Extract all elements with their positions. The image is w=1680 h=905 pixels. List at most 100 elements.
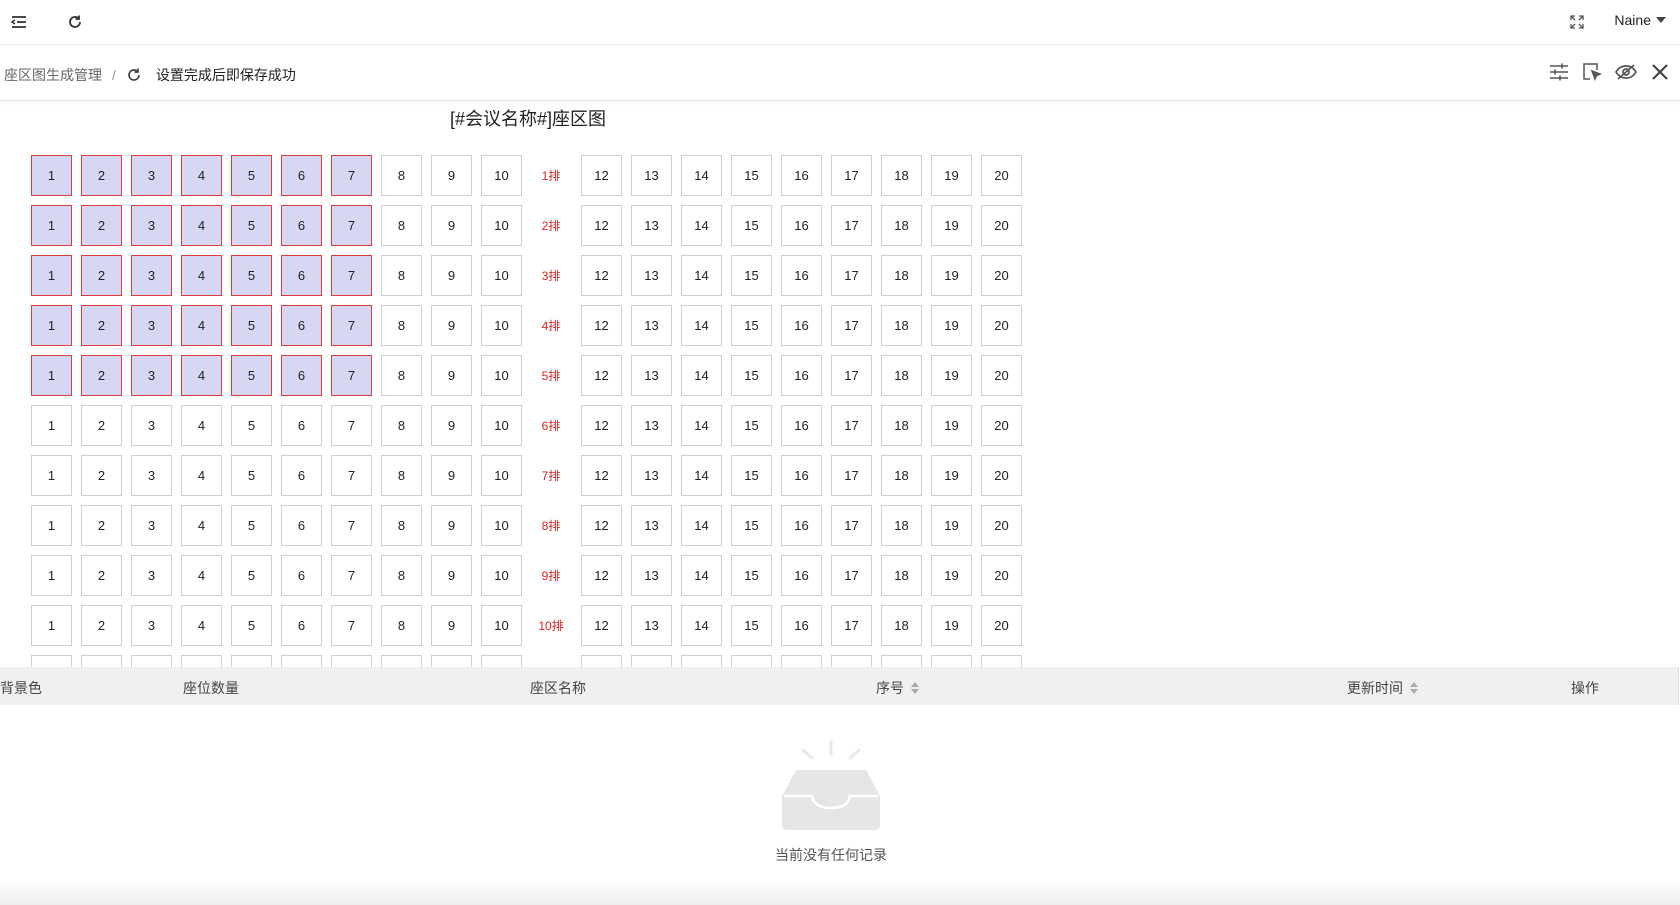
seat[interactable]: 7 <box>331 555 372 596</box>
seat[interactable]: 16 <box>781 505 822 546</box>
seat[interactable]: 17 <box>831 655 872 667</box>
seat[interactable]: 4 <box>181 255 222 296</box>
seat[interactable]: 18 <box>881 605 922 646</box>
seat[interactable]: 10 <box>481 205 522 246</box>
seat[interactable]: 17 <box>831 555 872 596</box>
seat[interactable]: 3 <box>131 505 172 546</box>
seat[interactable]: 2 <box>81 355 122 396</box>
seat[interactable]: 9 <box>431 355 472 396</box>
seat[interactable]: 7 <box>331 605 372 646</box>
seat[interactable]: 6 <box>281 455 322 496</box>
seat[interactable]: 18 <box>881 655 922 667</box>
seat[interactable]: 20 <box>981 555 1022 596</box>
select-area-icon[interactable] <box>1580 60 1604 84</box>
seat[interactable]: 16 <box>781 655 822 667</box>
seat[interactable]: 3 <box>131 355 172 396</box>
seat[interactable]: 1 <box>31 555 72 596</box>
seat[interactable]: 7 <box>331 505 372 546</box>
seat[interactable]: 18 <box>881 205 922 246</box>
seat[interactable]: 14 <box>681 405 722 446</box>
seat[interactable]: 15 <box>731 555 772 596</box>
seat[interactable]: 3 <box>131 605 172 646</box>
seat[interactable]: 1 <box>31 505 72 546</box>
seat[interactable]: 12 <box>581 505 622 546</box>
seat[interactable]: 5 <box>231 605 272 646</box>
seat[interactable]: 16 <box>781 155 822 196</box>
seat[interactable]: 1 <box>31 405 72 446</box>
seat[interactable]: 19 <box>931 355 972 396</box>
seat[interactable]: 9 <box>431 405 472 446</box>
seat[interactable]: 17 <box>831 505 872 546</box>
seat[interactable]: 3 <box>131 155 172 196</box>
seat[interactable]: 20 <box>981 355 1022 396</box>
seat[interactable]: 15 <box>731 355 772 396</box>
seat[interactable]: 16 <box>781 305 822 346</box>
seat[interactable]: 20 <box>981 405 1022 446</box>
seat[interactable]: 17 <box>831 255 872 296</box>
breadcrumb-parent[interactable]: 座区图生成管理 <box>4 65 102 85</box>
seat[interactable]: 19 <box>931 605 972 646</box>
seat[interactable]: 10 <box>481 605 522 646</box>
seat[interactable]: 12 <box>581 205 622 246</box>
column-header-index[interactable]: 序号 <box>876 678 919 698</box>
seat[interactable]: 3 <box>131 655 172 667</box>
seat[interactable]: 16 <box>781 555 822 596</box>
seat[interactable]: 10 <box>481 355 522 396</box>
refresh-icon[interactable] <box>64 11 86 33</box>
seat[interactable]: 18 <box>881 505 922 546</box>
seat[interactable]: 19 <box>931 505 972 546</box>
seat[interactable]: 8 <box>381 555 422 596</box>
seat[interactable]: 13 <box>631 155 672 196</box>
sort-icon[interactable] <box>911 682 919 694</box>
seat[interactable]: 12 <box>581 455 622 496</box>
seat[interactable]: 9 <box>431 605 472 646</box>
seat[interactable]: 13 <box>631 205 672 246</box>
seat[interactable]: 7 <box>331 255 372 296</box>
seat[interactable]: 13 <box>631 405 672 446</box>
seat[interactable]: 5 <box>231 155 272 196</box>
seat[interactable]: 7 <box>331 405 372 446</box>
seat[interactable]: 13 <box>631 305 672 346</box>
seat[interactable]: 12 <box>581 155 622 196</box>
seat[interactable]: 17 <box>831 455 872 496</box>
seat[interactable]: 5 <box>231 505 272 546</box>
seat[interactable]: 9 <box>431 305 472 346</box>
seat[interactable]: 10 <box>481 555 522 596</box>
seat[interactable]: 14 <box>681 155 722 196</box>
column-header-updated-time[interactable]: 更新时间 <box>1347 678 1418 698</box>
seat[interactable]: 16 <box>781 205 822 246</box>
seat[interactable]: 19 <box>931 255 972 296</box>
seat[interactable]: 12 <box>581 255 622 296</box>
seat[interactable]: 4 <box>181 455 222 496</box>
seat[interactable]: 10 <box>481 155 522 196</box>
seat[interactable]: 10 <box>481 255 522 296</box>
seat[interactable]: 7 <box>331 155 372 196</box>
seat[interactable]: 15 <box>731 655 772 667</box>
seat[interactable]: 16 <box>781 255 822 296</box>
seat[interactable]: 16 <box>781 405 822 446</box>
seat[interactable]: 5 <box>231 405 272 446</box>
seat[interactable]: 3 <box>131 555 172 596</box>
seat[interactable]: 3 <box>131 455 172 496</box>
seat[interactable]: 7 <box>331 205 372 246</box>
seat[interactable]: 9 <box>431 155 472 196</box>
refresh-icon[interactable] <box>126 67 142 83</box>
seat[interactable]: 8 <box>381 205 422 246</box>
seat[interactable]: 18 <box>881 305 922 346</box>
seat[interactable]: 1 <box>31 305 72 346</box>
seat[interactable]: 12 <box>581 655 622 667</box>
seat[interactable]: 10 <box>481 655 522 667</box>
seat[interactable]: 8 <box>381 355 422 396</box>
seat[interactable]: 20 <box>981 505 1022 546</box>
seat[interactable]: 6 <box>281 255 322 296</box>
seat[interactable]: 4 <box>181 355 222 396</box>
seat[interactable]: 8 <box>381 655 422 667</box>
fullscreen-icon[interactable] <box>1568 13 1586 31</box>
seat[interactable]: 6 <box>281 205 322 246</box>
seat[interactable]: 14 <box>681 255 722 296</box>
seat[interactable]: 18 <box>881 455 922 496</box>
seat[interactable]: 20 <box>981 305 1022 346</box>
seat[interactable]: 13 <box>631 355 672 396</box>
eye-hide-icon[interactable] <box>1614 60 1638 84</box>
seat[interactable]: 15 <box>731 505 772 546</box>
